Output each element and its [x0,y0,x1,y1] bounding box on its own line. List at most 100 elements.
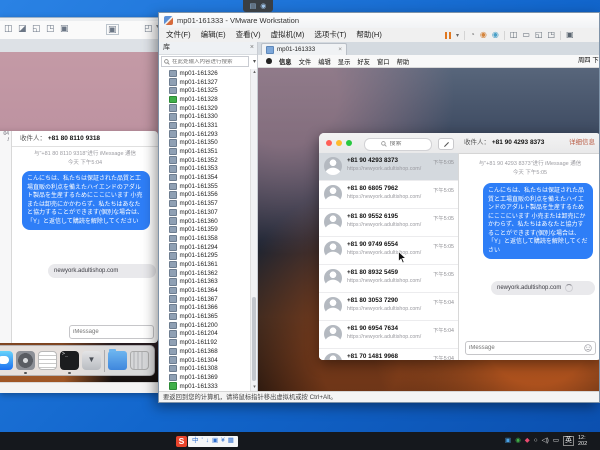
vm-list-item[interactable]: mp01-161357 [159,199,251,208]
vm-list-item[interactable]: mp01-161354 [159,173,251,182]
tray-app-icon[interactable]: ◆ [525,438,530,445]
ime-icon[interactable]: 中 [192,438,199,445]
vm-list-item[interactable]: mp01-161360 [159,217,251,226]
conversation-item[interactable]: +81 80 3053 7290 下午5:04 https://newyork.… [319,293,458,321]
library-search[interactable] [161,56,249,67]
session-icon[interactable]: ◉ [260,3,266,10]
power-caret-icon[interactable]: ▾ [456,32,459,39]
scroll-thumb[interactable] [252,297,256,381]
trash-icon[interactable] [130,351,149,370]
console-view-icon[interactable]: ▣ [106,24,119,35]
conversation-item[interactable]: +81 90 4293 8373 下午5:05 https://newyork.… [319,153,458,181]
compose-button[interactable] [438,138,454,150]
downloads-folder-icon[interactable] [108,351,127,370]
macos-menu-item[interactable]: 好友 [357,57,370,66]
vm-list-item[interactable]: mp01-161294 [159,243,251,252]
vm-list-item[interactable]: mp01-161192 [159,338,251,347]
vmware-window-left[interactable]: ◫ ◪ ◱ ◳ ▣ ▣ ◰ ▾ 04 / 04 / [0,17,158,393]
vm-list-item[interactable]: mp01-161356 [159,191,251,200]
vm-list-item[interactable]: mp01-161331 [159,121,251,130]
vm-list-item[interactable]: mp01-161351 [159,147,251,156]
tray-app-icon[interactable]: ○ [534,438,538,445]
conversation-item[interactable]: +81 80 6805 7962 下午5:05 https://newyork.… [319,181,458,209]
menu-item[interactable]: 虚拟机(M) [266,28,310,42]
ime-icon[interactable]: ' [202,438,203,445]
library-close-icon[interactable]: × [250,42,254,54]
vm-list-item[interactable]: mp01-161329 [159,104,251,113]
messages-search[interactable] [364,138,432,151]
menu-item[interactable]: 编辑(E) [196,28,231,42]
menu-item[interactable]: 选项卡(T) [309,28,351,42]
vm-list-item[interactable]: mp01-161364 [159,286,251,295]
conversation-item[interactable]: +81 70 1481 9968 下午5:04 https://newyork.… [319,349,458,360]
remote-toolbar[interactable]: ▤ ◉ [243,0,273,12]
messages-search-input[interactable] [390,141,416,147]
vm-list-item[interactable]: mp01-161325 [159,86,251,95]
menu-item[interactable]: 查看(V) [231,28,266,42]
messages-window[interactable]: 收件人： +81 90 4293 8373 详细信息 +81 90 4293 8… [319,133,599,360]
vm-list-item[interactable]: mp01-161327 [159,78,251,87]
snapshot-clock-icon[interactable]: ◔ [470,31,475,39]
sogou-icon[interactable]: S [176,436,187,447]
conversation-item[interactable]: +81 90 9749 6554 下午5:05 https://newyork.… [319,237,458,265]
link-bubble[interactable]: newyork.adultishop.com [491,281,595,295]
console-icon[interactable]: ▣ [60,24,69,33]
scrollbar[interactable]: ▴ ▾ [250,69,257,391]
tray-app-icon[interactable]: ▣ [505,438,511,445]
textedit-icon[interactable] [38,351,57,370]
volume-icon[interactable]: ◁) [542,438,549,445]
conversation-item[interactable]: +81 80 8932 5459 下午5:05 https://newyork.… [319,265,458,293]
vm-list-item[interactable]: mp01-161367 [159,295,251,304]
vm-list-item[interactable]: mp01-161330 [159,112,251,121]
downloader-icon[interactable]: ▼ [82,351,101,370]
vm-list-item[interactable]: mp01-161307 [159,208,251,217]
ime-icon[interactable]: ▦ [228,438,234,445]
vm-list-item[interactable]: mp01-161328 [159,95,251,104]
windows-taskbar[interactable]: S 中'↓▣¥▦ ▣ ◉ ◆ ○ ◁) ▭ 英 12: 202 [0,432,600,450]
vm-list-item[interactable]: mp01-161200 [159,321,251,330]
screen-grid-icon[interactable]: ▤ [250,3,257,10]
macos-menu-item[interactable]: 窗口 [377,57,390,66]
emoji-icon[interactable] [584,344,592,352]
revert-snapshot-icon[interactable]: ◉ [492,31,499,39]
vm-list-item[interactable]: mp01-161361 [159,260,251,269]
vm-list-item[interactable]: mp01-161352 [159,156,251,165]
conversation-list-partial[interactable]: 04 / 04 / 04 / 04 / [0,131,12,343]
vm-list-item[interactable]: mp01-161359 [159,225,251,234]
menu-item[interactable]: 帮助(H) [351,28,386,42]
tab-close-icon[interactable]: × [338,46,342,53]
scroll-down-icon[interactable]: ▾ [251,384,258,391]
unity-icon[interactable]: ◳ [46,24,55,33]
macos-menu-item[interactable]: 帮助 [397,57,410,66]
macos-menu-item[interactable]: 显示 [338,57,351,66]
language-indicator[interactable]: 英 [563,436,574,446]
macos-menu-item[interactable]: 文件 [299,57,312,66]
terminal-icon[interactable]: >_ [60,351,79,370]
vm-list-item[interactable]: mp01-161362 [159,269,251,278]
vm-list-item[interactable]: mp01-161333 [159,382,251,391]
minimize-icon[interactable] [336,140,342,146]
vm-list-item[interactable]: mp01-161369 [159,373,251,382]
tray-clock[interactable]: 12: 202 [578,435,600,447]
vm-list-item[interactable]: mp01-161353 [159,165,251,174]
vm-list-item[interactable]: mp01-161363 [159,278,251,287]
vm-list-item[interactable]: mp01-161358 [159,234,251,243]
view-icon[interactable]: ◫ [4,24,13,33]
details-button[interactable]: 详细信息 [569,133,595,153]
vm-list-item[interactable]: mp01-161204 [159,330,251,339]
view-icon[interactable]: ◪ [18,24,27,33]
messages-window-left[interactable]: 04 / 04 / 04 / 04 / [0,131,158,343]
vm-list-item[interactable]: mp01-161293 [159,130,251,139]
tray-app-icon[interactable]: ◉ [515,438,521,445]
menu-item[interactable]: 文件(F) [161,28,196,42]
close-icon[interactable] [326,140,332,146]
unity-view-icon[interactable]: ◳ [548,31,556,39]
pause-button[interactable] [445,32,447,39]
message-input[interactable] [70,329,153,335]
vm-list-item[interactable]: mp01-161355 [159,182,251,191]
scroll-up-icon[interactable]: ▴ [251,69,258,76]
vm-list-item[interactable]: mp01-161366 [159,304,251,313]
message-input[interactable] [466,345,584,351]
vm-list-item[interactable]: mp01-161365 [159,312,251,321]
macos-menu-item[interactable]: 信息 [279,57,292,66]
